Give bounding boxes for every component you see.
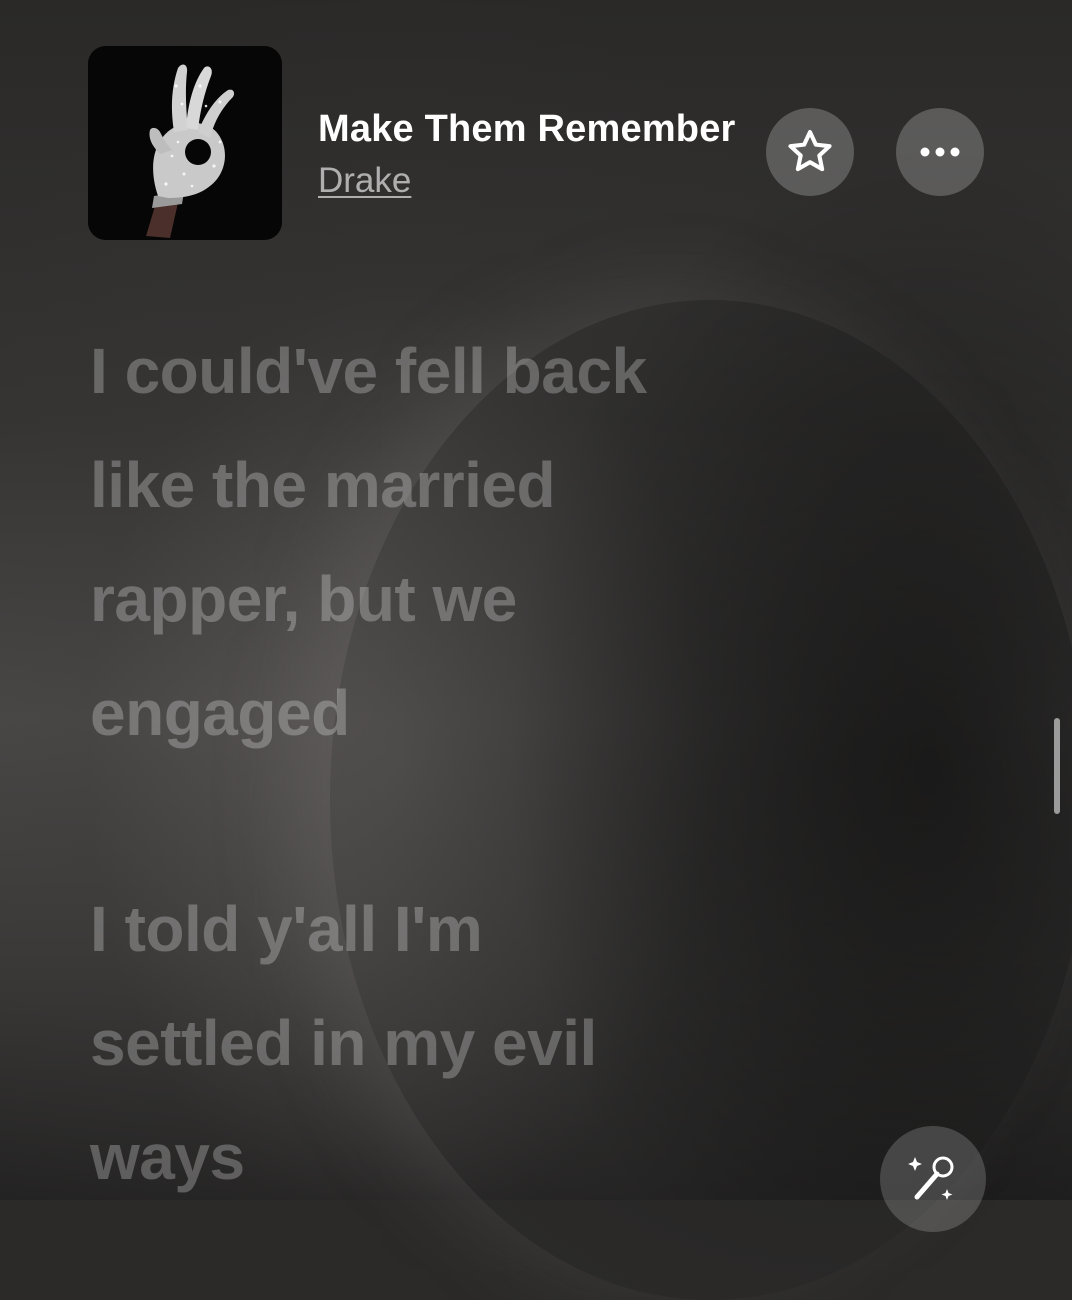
ok-hand-glove-artwork [88,46,282,240]
track-title: Make Them Remember [318,108,736,150]
lyrics-scrollbar[interactable] [1054,718,1060,814]
lyric-line[interactable]: settled in my evil [90,986,990,1100]
stanza-gap [90,770,990,872]
now-playing-header: Make Them Remember Drake [0,0,1072,260]
lyric-line[interactable]: like the married [90,428,990,542]
sing-mode-button[interactable] [880,1126,986,1232]
lyrics-view[interactable]: I could've fell back like the married ra… [90,314,990,1214]
lyric-line[interactable]: I could've fell back [90,314,990,428]
lyric-line[interactable]: ways [90,1100,990,1214]
star-icon [788,130,832,172]
lyric-line[interactable]: rapper, but we [90,542,990,656]
album-artwork[interactable] [88,46,282,240]
ellipsis-icon [920,147,960,157]
lyric-line[interactable]: I told y'all I'm [90,872,990,986]
favorite-button[interactable] [766,108,854,196]
track-title-container[interactable]: Make Them Remember [318,104,750,154]
lyric-line[interactable]: engaged [90,656,990,770]
more-options-button[interactable] [896,108,984,196]
microphone-sparkle-icon [908,1156,954,1200]
artist-link[interactable]: Drake [318,160,411,202]
